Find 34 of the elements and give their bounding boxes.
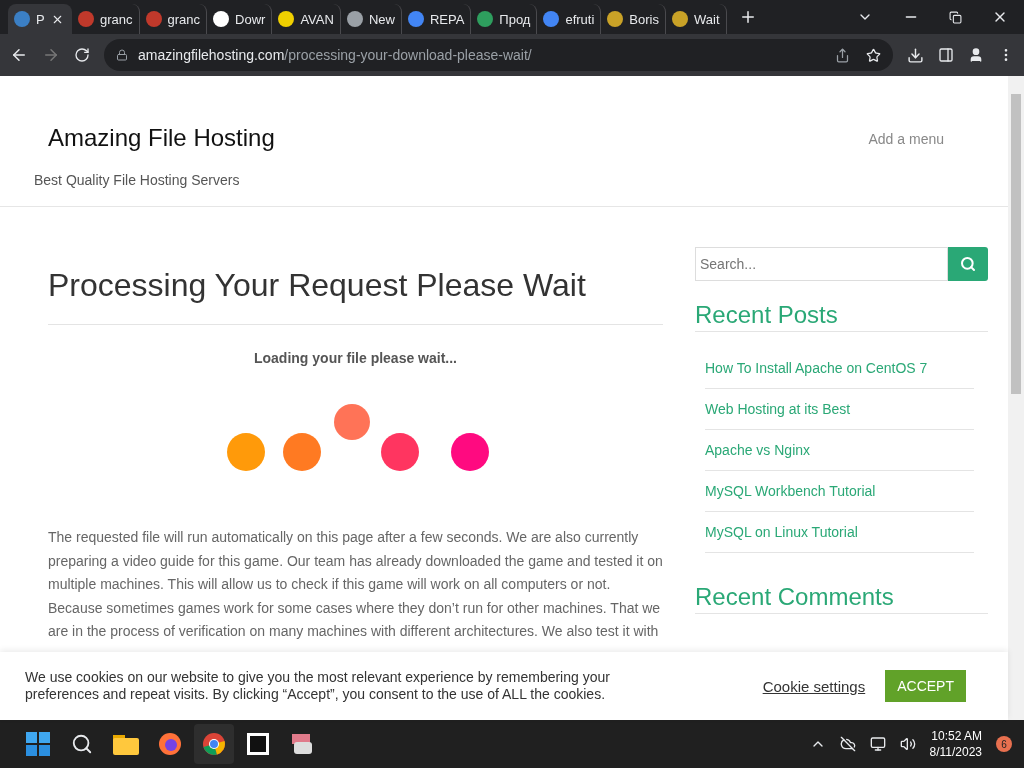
star-icon[interactable] xyxy=(866,47,881,63)
volume-icon[interactable] xyxy=(899,736,916,752)
profile-icon[interactable] xyxy=(968,47,984,63)
lock-icon xyxy=(116,49,128,61)
share-icon[interactable] xyxy=(835,47,850,63)
download-icon[interactable] xyxy=(907,46,924,64)
browser-tab[interactable]: P xyxy=(8,4,72,34)
date-text: 8/11/2023 xyxy=(929,744,982,760)
search-icon xyxy=(960,256,976,272)
cloud-icon[interactable] xyxy=(839,736,856,752)
time-text: 10:52 AM xyxy=(931,728,982,744)
monitor-icon[interactable] xyxy=(869,736,886,752)
cookie-settings-link[interactable]: Cookie settings xyxy=(762,677,866,695)
widget-title: Recent Posts xyxy=(695,301,988,332)
paragraph: The requested file will run automatically on this page after a few seconds. We are also currently preparing a video guide for this game. Our team has already downloaded the game and tested it on multiple machines. This will allow us to check if this game will work on all computers or not. Because sometimes games work for some cases where they don’t run for other machines. That we are in the process of verification on many machines with different architectures. We also test it with xyxy=(48,528,663,641)
page-heading: Processing Your Request Please Wait xyxy=(48,267,663,325)
back-icon[interactable] xyxy=(10,46,28,64)
menu-link[interactable]: Add a menu xyxy=(868,131,944,147)
reload-icon[interactable] xyxy=(74,47,90,63)
site-tagline: Best Quality File Hosting Servers xyxy=(34,172,241,188)
restore-icon[interactable] xyxy=(949,10,962,24)
search-field[interactable]: Search... xyxy=(695,247,948,281)
scrollbar-thumb[interactable] xyxy=(1011,94,1021,394)
side-panel-icon[interactable] xyxy=(938,47,954,63)
notification-badge[interactable]: 6 xyxy=(996,736,1012,752)
search-button[interactable] xyxy=(948,247,988,281)
clock[interactable]: 10:52 AM 8/11/2023 xyxy=(929,728,982,760)
cookie-text: We use cookies on our website to give you the most relevant experience by remembering your preferences and repeat visits. By clicking “Accept”, you consent to the use of ALL the cookies. xyxy=(25,669,611,703)
address-bar[interactable]: amazingfilehosting.com/processing-your-download-please-wait/ xyxy=(104,39,893,71)
site-title[interactable]: Amazing File Hosting xyxy=(48,124,275,152)
widget-title: Recent Comments xyxy=(695,583,988,614)
forward-icon[interactable] xyxy=(42,46,60,64)
loading-text: Loading your file please wait... xyxy=(252,350,458,366)
chrome-icon[interactable] xyxy=(194,724,234,764)
